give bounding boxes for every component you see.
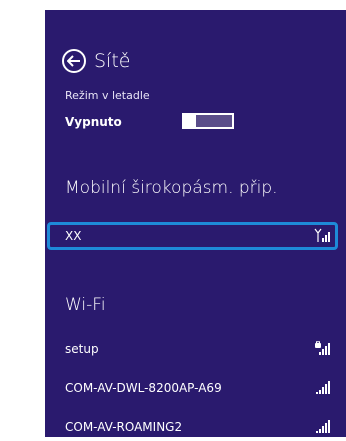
back-button[interactable] [62, 49, 86, 73]
toggle-thumb [182, 113, 194, 129]
airplane-mode-label: Režim v letadle [65, 89, 150, 102]
network-name: COM-AV-ROAMING2 [65, 420, 183, 434]
page-title: Sítě [94, 50, 131, 72]
focus-outline [47, 222, 338, 250]
wifi-signal-icon [316, 381, 330, 394]
wifi-network-row[interactable]: setup [45, 335, 346, 363]
airplane-mode-toggle[interactable] [182, 113, 234, 129]
wifi-signal-secured-icon [315, 341, 330, 355]
airplane-mode-state: Vypnuto [65, 115, 122, 129]
header: Sítě [62, 46, 130, 76]
toggle-track [196, 115, 232, 127]
network-name: XX [65, 229, 82, 243]
wifi-signal-icon [316, 420, 330, 433]
mobile-network-row[interactable]: XX [45, 222, 346, 250]
wifi-network-row[interactable]: COM-AV-DWL-8200AP-A69 [45, 374, 346, 402]
cellular-signal-icon [314, 228, 330, 242]
back-arrow-icon [67, 55, 80, 67]
network-name: setup [65, 342, 99, 356]
mobile-broadband-heading: Mobilní širokopásm. přip. [65, 178, 278, 198]
networks-panel: Sítě Režim v letadle Vypnuto Mobilní šir… [45, 10, 346, 437]
network-name: COM-AV-DWL-8200AP-A69 [65, 381, 222, 395]
wifi-heading: Wi-Fi [65, 295, 106, 315]
